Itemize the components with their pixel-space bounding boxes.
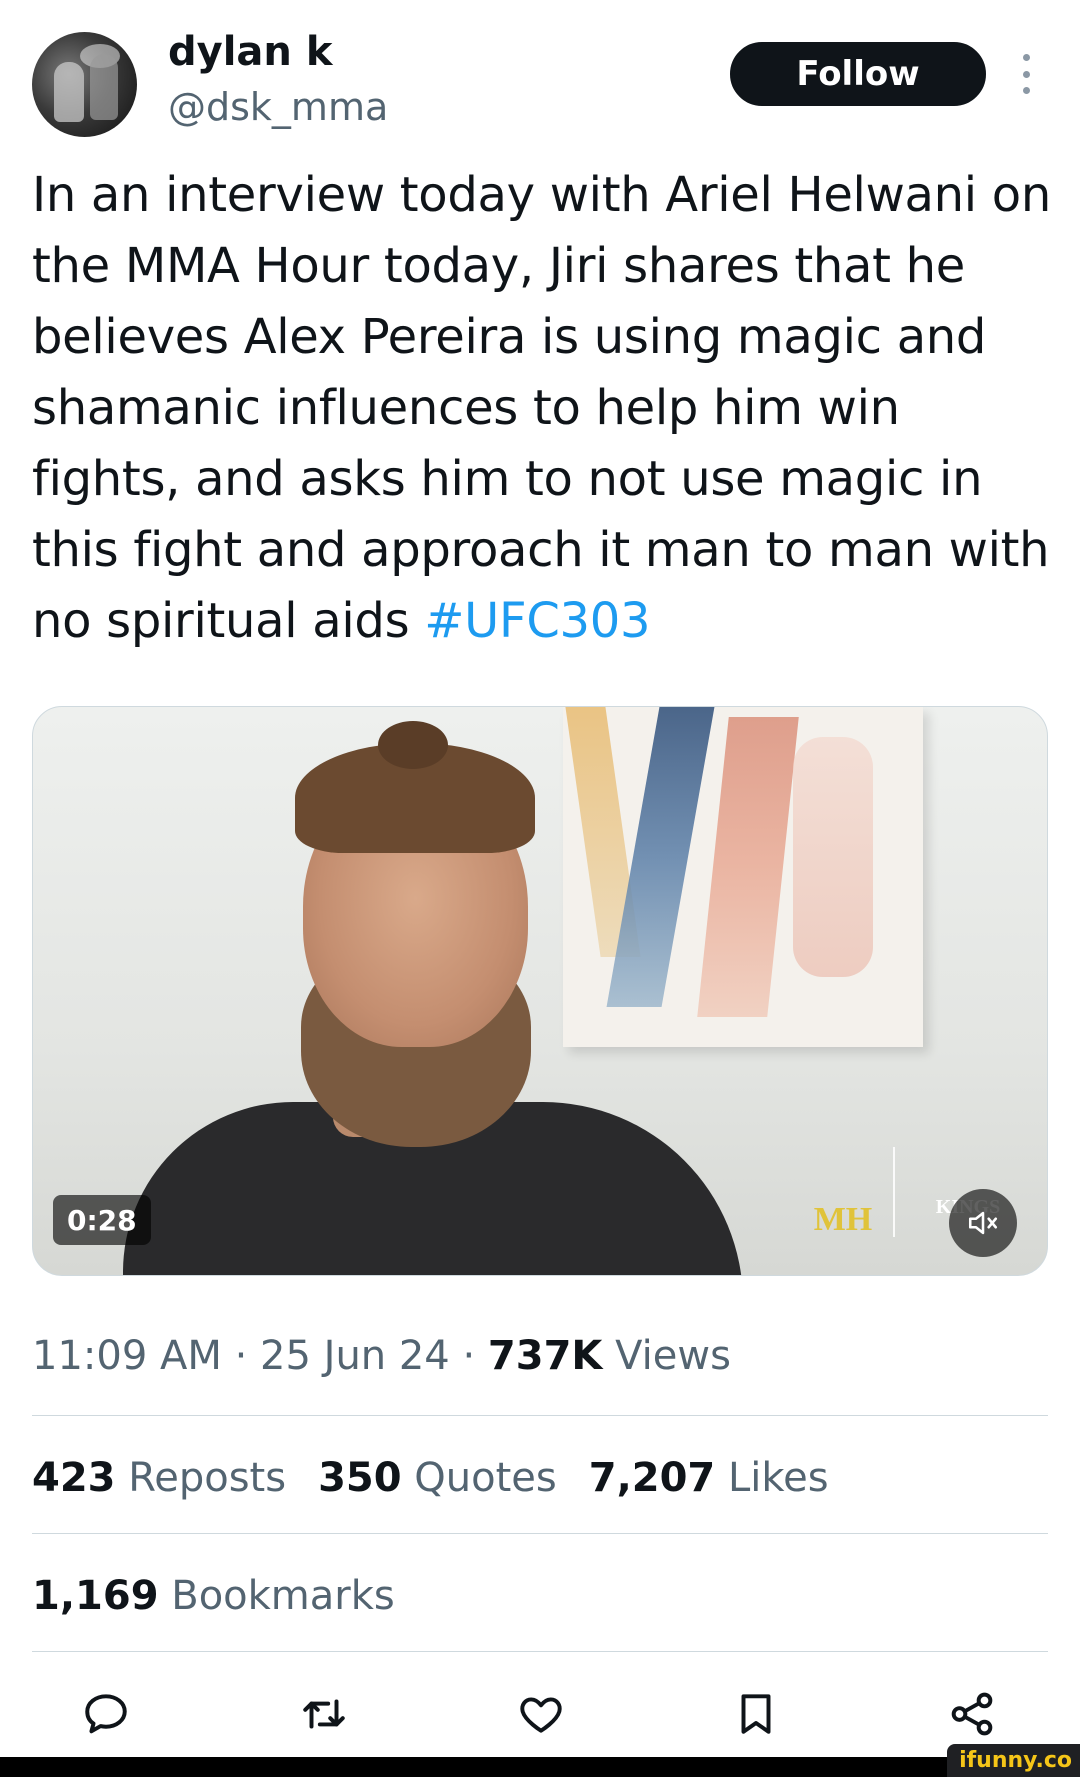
paint-stroke <box>793 737 873 977</box>
quotes-stat[interactable]: 350 Quotes <box>318 1448 557 1508</box>
engagement-stats: 423 Reposts 350 Quotes 7,207 Likes <box>32 1448 829 1508</box>
share-icon <box>951 1692 993 1736</box>
author-name[interactable]: dylan k <box>168 26 332 78</box>
quotes-label: Quotes <box>414 1455 557 1501</box>
tweet-date[interactable]: 25 Jun 24 <box>260 1333 450 1379</box>
divider <box>32 1533 1048 1534</box>
logo-divider <box>893 1147 895 1237</box>
like-button[interactable] <box>513 1686 569 1742</box>
video-duration-badge: 0:28 <box>53 1195 151 1245</box>
mute-button[interactable] <box>949 1189 1017 1257</box>
paint-stroke <box>697 717 799 1017</box>
watermark-bar <box>0 1757 1080 1777</box>
bookmarks-count: 1,169 <box>32 1573 159 1619</box>
avatar-figure <box>90 54 118 120</box>
bookmarks-stat[interactable]: 1,169 Bookmarks <box>32 1566 395 1626</box>
dot <box>1022 54 1030 61</box>
follow-button[interactable]: Follow <box>730 42 986 106</box>
reply-icon <box>85 1694 127 1734</box>
more-options-icon[interactable] <box>1016 54 1036 94</box>
dot <box>1022 87 1030 94</box>
share-button[interactable] <box>944 1686 1000 1742</box>
avatar-figure <box>54 62 84 122</box>
volume-muted-icon <box>968 1211 998 1235</box>
tweet-body: In an interview today with Ariel Helwani… <box>32 167 1051 649</box>
video-player[interactable]: MH KINGS 0:28 <box>32 706 1048 1276</box>
tweet-time[interactable]: 11:09 AM <box>32 1333 222 1379</box>
separator: · <box>462 1333 476 1379</box>
likes-stat[interactable]: 7,207 Likes <box>589 1448 829 1508</box>
video-frame-painting <box>563 707 923 1047</box>
repost-icon <box>303 1699 345 1729</box>
tweet-text: In an interview today with Ariel Helwani… <box>32 160 1052 657</box>
divider <box>32 1415 1048 1416</box>
video-frame-person-hair-bun <box>378 721 448 769</box>
bookmark-icon <box>741 1694 771 1734</box>
likes-label: Likes <box>727 1455 829 1501</box>
author-handle[interactable]: @dsk_mma <box>168 82 388 132</box>
bookmarks-label: Bookmarks <box>171 1573 395 1619</box>
repost-button[interactable] <box>296 1686 352 1742</box>
reply-button[interactable] <box>78 1686 134 1742</box>
watermark-badge: ifunny.co <box>947 1744 1080 1777</box>
views-count: 737K <box>487 1333 603 1379</box>
reposts-stat[interactable]: 423 Reposts <box>32 1448 286 1508</box>
bookmark-button[interactable] <box>728 1686 784 1742</box>
quotes-count: 350 <box>318 1455 402 1501</box>
tweet-meta: 11:09 AM · 25 Jun 24 · 737K Views <box>32 1326 731 1386</box>
likes-count: 7,207 <box>588 1455 716 1501</box>
views-label: Views <box>615 1333 731 1379</box>
divider <box>32 1651 1048 1652</box>
reposts-label: Reposts <box>128 1455 287 1501</box>
tweet-page: dylan k @dsk_mma Follow In an interview … <box>0 0 1080 1777</box>
like-icon <box>520 1697 562 1733</box>
reposts-count: 423 <box>32 1455 116 1501</box>
mma-hour-logo: MH <box>813 1201 873 1238</box>
avatar[interactable] <box>32 32 137 137</box>
dot <box>1022 70 1030 78</box>
hashtag-link[interactable]: #UFC303 <box>424 593 650 649</box>
separator: · <box>234 1333 248 1379</box>
